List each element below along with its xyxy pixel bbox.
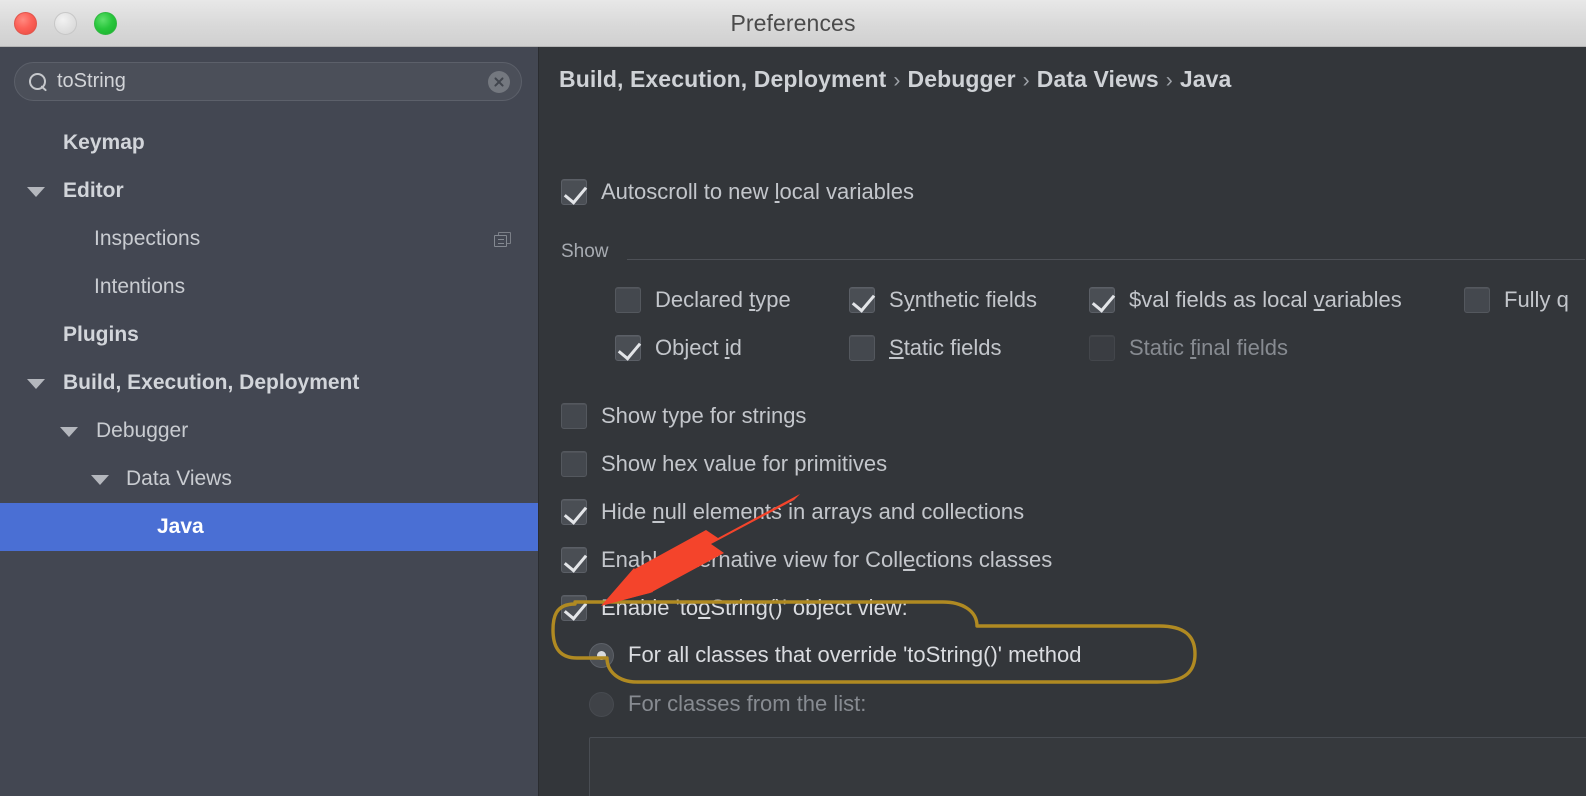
search-input-value: toString <box>57 70 126 92</box>
copy-icon[interactable] <box>494 232 512 248</box>
sidebar-item-intentions[interactable]: Intentions <box>0 263 538 311</box>
preferences-window: Preferences toString Keymap Editor Inspect… <box>0 0 1586 796</box>
checkbox-object-id[interactable]: Object id <box>615 335 742 361</box>
checkbox-fully-qualified[interactable]: Fully q <box>1464 287 1569 313</box>
search-input[interactable]: toString <box>14 62 522 101</box>
breadcrumb-part[interactable]: Debugger <box>908 66 1016 92</box>
clear-search-icon[interactable] <box>488 71 510 93</box>
breadcrumb-part[interactable]: Build, Execution, Deployment <box>559 66 886 92</box>
sidebar-item-label: Data Views <box>126 467 232 490</box>
checkbox-hide-null-elements[interactable]: Hide null elements in arrays and collect… <box>561 499 1024 525</box>
mnemonic-char: S <box>889 335 904 360</box>
mnemonic-char: y <box>903 287 915 312</box>
group-title-show: Show <box>561 241 619 263</box>
checkbox-box[interactable] <box>561 179 587 205</box>
checkbox-enable-alternative-view[interactable]: Enable alternative view for Collections … <box>561 547 1052 573</box>
radio-label: For classes from the list: <box>628 691 867 716</box>
breadcrumb-part[interactable]: Data Views <box>1037 66 1159 92</box>
sidebar-item-label: Intentions <box>94 275 186 298</box>
checkbox-box[interactable] <box>615 335 641 361</box>
sidebar-item-label: Plugins <box>63 323 139 346</box>
sidebar-item-label: Editor <box>63 179 124 202</box>
mnemonic-char: e <box>903 547 916 572</box>
tree-expand-arrow-icon[interactable] <box>27 187 45 197</box>
checkbox-label: Fully q <box>1504 287 1569 312</box>
radio-for-all-classes-override[interactable]: For all classes that override 'toString(… <box>589 642 1081 668</box>
breadcrumb-separator: › <box>893 69 901 92</box>
checkbox-box[interactable] <box>561 547 587 573</box>
sidebar-item-keymap[interactable]: Keymap <box>0 119 538 167</box>
breadcrumb-separator: › <box>1022 69 1030 92</box>
checkbox-label: Synthetic fields <box>889 287 1037 312</box>
mnemonic-char: o <box>698 595 711 620</box>
checkbox-enable-tostring-object-view[interactable]: Enable 'tooString()' object view: <box>561 595 908 621</box>
tree-expand-arrow-icon[interactable] <box>91 475 109 485</box>
checkbox-label: Declared type <box>655 287 791 312</box>
sidebar-item-data-views[interactable]: Data Views <box>0 455 538 503</box>
checkbox-autoscroll-to-new-local-variables[interactable]: Autoscroll to new local variables <box>561 179 914 205</box>
checkbox-label: Autoscroll to new local variables <box>601 179 915 204</box>
checkbox-label: Static final fields <box>1129 335 1288 360</box>
checkbox-label: Show type for strings <box>601 403 807 428</box>
radio-label: For all classes that override 'toString(… <box>628 642 1082 667</box>
mnemonic-char: n <box>652 499 665 524</box>
checkbox-box[interactable] <box>1089 287 1115 313</box>
checkbox-box[interactable] <box>849 287 875 313</box>
radio-button[interactable] <box>589 642 614 668</box>
search-field-wrapper: toString <box>14 62 522 101</box>
checkbox-label: Hide null elements in arrays and collect… <box>601 499 1025 524</box>
sidebar-item-build-execution-deployment[interactable]: Build, Execution, Deployment <box>0 359 538 407</box>
settings-tree: Keymap Editor Inspections Intentions Plugins… <box>0 119 538 551</box>
checkbox-label: Show hex value for primitives <box>601 451 888 476</box>
classes-listbox[interactable] <box>589 737 1586 796</box>
checkbox-label: Enable 'tooString()' object view: <box>601 595 908 620</box>
radio-button[interactable] <box>589 691 614 717</box>
checkbox-label: Object id <box>655 335 742 360</box>
checkbox-static-fields[interactable]: Static fields <box>849 335 1002 361</box>
sidebar-item-debugger[interactable]: Debugger <box>0 407 538 455</box>
checkbox-label: Enable alternative view for Collections … <box>601 547 1053 572</box>
breadcrumb-separator: › <box>1165 69 1173 92</box>
checkbox-static-final-fields: Static final fields <box>1089 335 1288 361</box>
checkbox-declared-type[interactable]: Declared type <box>615 287 791 313</box>
radio-for-classes-from-list[interactable]: For classes from the list: <box>589 691 866 717</box>
checkbox-label: $val fields as local variables <box>1129 287 1402 312</box>
checkbox-box <box>1089 335 1115 361</box>
tree-expand-arrow-icon[interactable] <box>60 427 78 437</box>
mnemonic-char: i <box>724 335 730 360</box>
checkbox-synthetic-fields[interactable]: Synthetic fields <box>849 287 1037 313</box>
sidebar-item-plugins[interactable]: Plugins <box>0 311 538 359</box>
sidebar-item-editor[interactable]: Editor <box>0 167 538 215</box>
sidebar-item-java[interactable]: Java <box>0 503 538 551</box>
mnemonic-char: t <box>749 287 756 312</box>
checkbox-show-hex-value-primitives[interactable]: Show hex value for primitives <box>561 451 887 477</box>
breadcrumb: Build, Execution, Deployment › Debugger › Da… <box>559 66 1231 93</box>
group-separator-line <box>627 259 1585 260</box>
checkbox-box[interactable] <box>849 335 875 361</box>
mnemonic-char: f <box>1190 335 1197 360</box>
settings-detail-panel: Build, Execution, Deployment › Debugger › Da… <box>539 47 1586 796</box>
checkbox-show-type-for-strings[interactable]: Show type for strings <box>561 403 806 429</box>
checkbox-box[interactable] <box>1464 287 1490 313</box>
sidebar-item-label: Java <box>157 515 204 538</box>
sidebar-item-label: Build, Execution, Deployment <box>63 371 360 394</box>
checkbox-label: Static fields <box>889 335 1002 360</box>
mnemonic-char: v <box>1313 287 1325 312</box>
sidebar-item-label: Debugger <box>96 419 189 442</box>
sidebar-item-inspections[interactable]: Inspections <box>0 215 538 263</box>
checkbox-box[interactable] <box>561 451 587 477</box>
checkbox-val-fields-local[interactable]: $val fields as local variables <box>1089 287 1402 313</box>
sidebar-item-label: Keymap <box>63 131 145 154</box>
checkbox-box[interactable] <box>561 403 587 429</box>
tree-expand-arrow-icon[interactable] <box>27 379 45 389</box>
window-title: Preferences <box>730 10 856 36</box>
checkbox-box[interactable] <box>561 595 587 621</box>
search-icon <box>29 73 48 92</box>
checkbox-box[interactable] <box>561 499 587 525</box>
settings-sidebar: toString Keymap Editor Inspections Intentio… <box>0 47 538 796</box>
checkbox-box[interactable] <box>615 287 641 313</box>
breadcrumb-part[interactable]: Java <box>1180 66 1232 92</box>
title-bar: Preferences <box>0 0 1586 47</box>
sidebar-item-label: Inspections <box>94 227 201 250</box>
